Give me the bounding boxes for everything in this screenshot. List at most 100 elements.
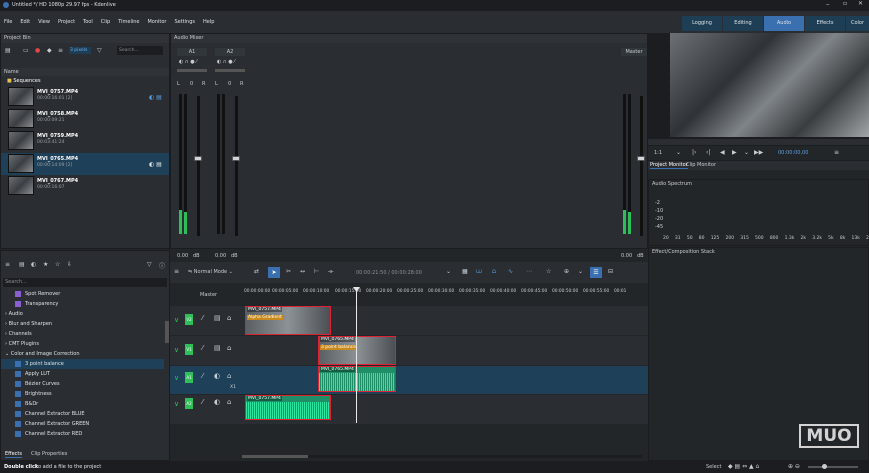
menu-view[interactable]: View	[34, 11, 54, 33]
zoom-icons[interactable]: ⊕ ⊖	[788, 463, 800, 470]
view-icon[interactable]: ▤	[5, 47, 11, 54]
volume-fader-a1[interactable]	[194, 156, 202, 161]
sequences-folder[interactable]: ■ Sequences	[1, 77, 169, 85]
effect-item[interactable]: Channel Extractor RED	[1, 429, 164, 439]
audio-icon[interactable]: ◐	[31, 261, 36, 268]
bin-clip-item[interactable]: MVI_0758.MP4 00:00:09:21	[1, 108, 169, 130]
select-tool-icon[interactable]: ➤	[268, 267, 280, 278]
volume-fader-a2[interactable]	[232, 156, 240, 161]
spacer-icon[interactable]: ↔	[300, 268, 305, 275]
lock-icon[interactable]: ⌂	[227, 344, 231, 352]
effect-item[interactable]: Bézier Curves	[1, 379, 164, 389]
mute-solo-icons[interactable]: ◐ ∩ ● ⁄	[179, 59, 197, 65]
tab-project-monitor[interactable]: Project Monitor	[650, 162, 688, 169]
menu-icon[interactable]: ≡	[5, 261, 10, 268]
lock-icon[interactable]: ⌂	[227, 398, 231, 406]
bin-clip-item[interactable]: MVI_0759.MP4 00:03:41:24	[1, 130, 169, 152]
star-icon[interactable]: ☆	[546, 268, 551, 275]
master-fader[interactable]	[637, 156, 645, 161]
slip-icon[interactable]: ⟛	[328, 268, 333, 276]
category-cmt[interactable]: › CMT Plugins	[1, 339, 164, 349]
menu-edit[interactable]: Edit	[16, 11, 34, 33]
select-mode[interactable]: Select	[706, 464, 721, 470]
speaker-icon[interactable]: ◐	[214, 372, 220, 380]
category-color[interactable]: ⌄ Color and Image Correction	[1, 349, 164, 359]
rewind-icon[interactable]: ◀	[720, 149, 725, 156]
timeline-clip-audio[interactable]: MVI_0757.MP4	[245, 395, 331, 420]
volume-fader-track[interactable]	[235, 96, 238, 236]
film-icon[interactable]: ▤	[214, 314, 221, 322]
menu-icon[interactable]: ≡	[58, 47, 63, 54]
workspace-effects[interactable]: Effects	[805, 16, 845, 31]
film-icon[interactable]: ▤	[214, 344, 221, 352]
delete-icon[interactable]: ●	[35, 47, 40, 54]
menu-timeline[interactable]: Timeline	[114, 11, 143, 33]
monitor-ruler[interactable]	[648, 139, 869, 145]
effect-item[interactable]: Brightness	[1, 389, 164, 399]
filter-icon[interactable]: ▽	[97, 47, 102, 54]
effect-item-selected[interactable]: 3 point balance	[1, 359, 164, 369]
effect-item[interactable]: B&Dr	[1, 399, 164, 409]
menu-clip[interactable]: Clip	[97, 11, 114, 33]
effects-search-input[interactable]: Search...	[3, 278, 167, 287]
category-channels[interactable]: › Channels	[1, 329, 164, 339]
pen-icon[interactable]: ⁄	[202, 372, 203, 380]
chevron-down-icon[interactable]: ⌄	[744, 149, 749, 156]
menu-icon[interactable]: ≡	[174, 268, 179, 275]
menu-monitor[interactable]: Monitor	[143, 11, 170, 33]
chevron-down-icon[interactable]: ∨	[174, 374, 179, 382]
monitor-timecode[interactable]: 00:00:00,00	[778, 150, 808, 156]
mute-solo-icons[interactable]: ◐ ∩ ● ⁄	[217, 59, 235, 65]
playhead[interactable]	[356, 287, 357, 423]
download-icon[interactable]: ⇩	[67, 261, 72, 268]
razor-icon[interactable]: ✂	[286, 268, 291, 275]
dots-icon[interactable]: ⋯	[526, 268, 532, 275]
chevron-down-icon[interactable]: ⌄	[578, 268, 583, 275]
timeline-clip-video[interactable]: MVI_0757.MP4 Alpha Gradient	[245, 306, 331, 335]
insert-icon[interactable]: ⇄	[254, 268, 259, 275]
time-ruler[interactable]: 00:00:00:00 00:00:05:00 00:00:10:00 00:0…	[242, 289, 648, 303]
scrollbar[interactable]	[165, 321, 169, 343]
custom-icon[interactable]: ☆	[55, 261, 60, 268]
waveform-icon[interactable]: ∿	[508, 268, 513, 275]
thumbnails-icon[interactable]: ⩍	[492, 268, 496, 276]
pen-icon[interactable]: ⁄	[202, 398, 203, 406]
star-icon[interactable]: ★	[43, 261, 48, 268]
video-icon[interactable]: ▤	[19, 261, 25, 268]
ripple-icon[interactable]: ⊢	[314, 268, 319, 275]
category-blur[interactable]: › Blur and Sharpen	[1, 319, 164, 329]
chevron-down-icon[interactable]: ∨	[174, 316, 179, 324]
maximize-icon[interactable]: ▫	[843, 0, 847, 7]
timeline-clip-video[interactable]: MVI_0765.MP4 3 point balance	[318, 336, 396, 365]
effect-item[interactable]: Apply LUT	[1, 369, 164, 379]
tab-clip-properties[interactable]: Clip Properties	[31, 451, 67, 457]
bin-search-input[interactable]: Search...	[117, 46, 163, 55]
timeline-scrollbar[interactable]	[242, 455, 642, 458]
pen-icon[interactable]: ⁄	[202, 344, 203, 352]
folder-icon[interactable]: ▭	[23, 47, 29, 54]
chevron-down-icon[interactable]: ∨	[174, 346, 179, 354]
lock-icon[interactable]: ⌂	[227, 372, 231, 380]
tab-clip-monitor[interactable]: Clip Monitor	[686, 162, 716, 168]
effect-item[interactable]: Channel Extractor BLUE	[1, 409, 164, 419]
workspace-audio[interactable]: Audio	[764, 16, 804, 31]
menu-file[interactable]: File	[0, 11, 16, 33]
edit-mode-select[interactable]: ⇋ Normal Mode ⌄	[188, 269, 233, 275]
info-icon[interactable]: ⓘ	[159, 261, 165, 270]
track-name[interactable]: A2	[185, 398, 193, 409]
category-audio[interactable]: › Audio	[1, 309, 164, 319]
forward-icon[interactable]: ▶▶	[754, 149, 763, 156]
pan-slider[interactable]	[215, 69, 245, 72]
menu-project[interactable]: Project	[54, 11, 79, 33]
menu-tool[interactable]: Tool	[79, 11, 97, 33]
menu-settings[interactable]: Settings	[171, 11, 200, 33]
master-fader-track[interactable]	[640, 96, 643, 236]
speaker-icon[interactable]: ◐	[214, 398, 220, 406]
effect-item[interactable]: Transparency	[1, 299, 164, 309]
track-name[interactable]: A1	[185, 372, 193, 383]
pan-slider[interactable]	[177, 69, 207, 72]
pen-icon[interactable]: ⁄	[202, 314, 203, 322]
split-icon[interactable]: ⊟	[608, 268, 613, 275]
zoom-slider[interactable]	[808, 464, 858, 469]
workspace-logging[interactable]: Logging	[682, 16, 722, 31]
